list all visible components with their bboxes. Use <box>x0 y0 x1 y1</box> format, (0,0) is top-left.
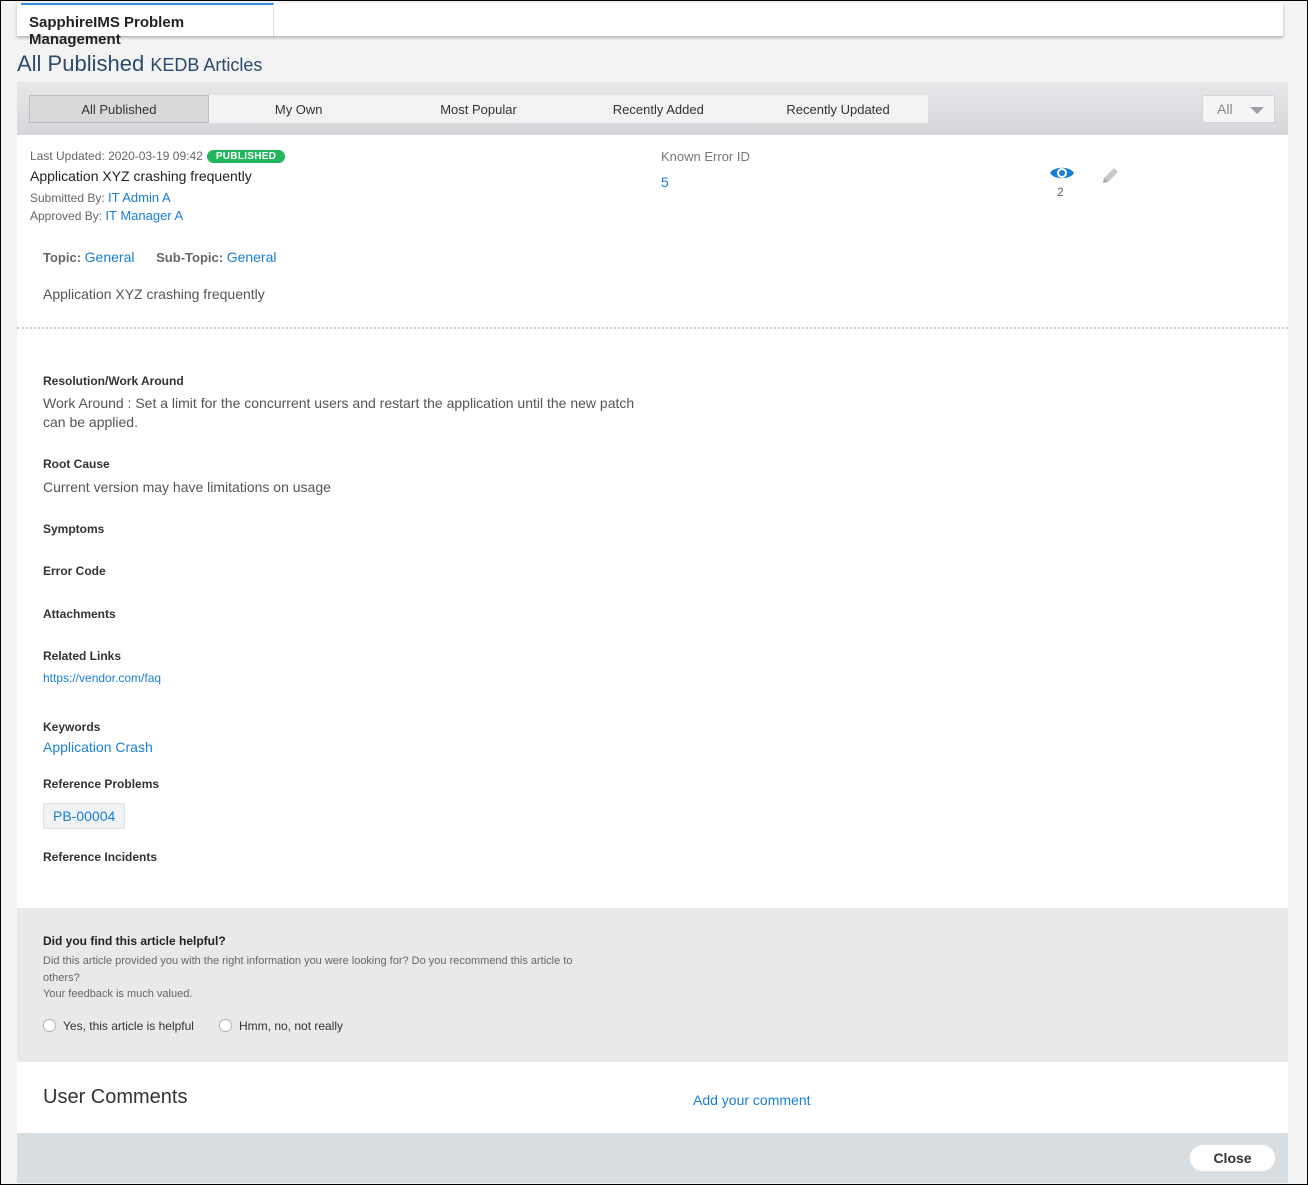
submitted-by: Submitted By: IT Admin A <box>30 190 171 205</box>
keywords-label: Keywords <box>43 720 101 734</box>
feedback-text-line: Did this article provided you with the r… <box>43 955 573 967</box>
attachments-label: Attachments <box>43 607 116 621</box>
section-divider <box>17 327 1288 329</box>
filter-tabs: All Published My Own Most Popular Recent… <box>29 95 928 123</box>
app-tab[interactable]: SapphireIMS Problem Management <box>21 3 274 48</box>
feedback-yes-label: Yes, this article is helpful <box>63 1019 194 1033</box>
tab-all-published[interactable]: All Published <box>29 95 209 123</box>
reference-problem-chip[interactable]: PB-00004 <box>43 803 125 829</box>
resolution-line: Work Around : Set a limit for the concur… <box>43 395 635 411</box>
symptoms-label: Symptoms <box>43 522 105 536</box>
radio-no[interactable] <box>219 1018 232 1032</box>
tab-recently-added[interactable]: Recently Added <box>568 95 748 123</box>
feedback-text-line: others? <box>43 971 80 984</box>
last-updated-value: 2020-03-19 09:42 <box>108 149 203 163</box>
root-cause-label: Root Cause <box>43 457 110 471</box>
topic-value[interactable]: General <box>85 249 135 265</box>
feedback-yes-option[interactable]: Yes, this article is helpful <box>43 1018 194 1033</box>
feedback-title: Did you find this article helpful? <box>43 934 226 948</box>
status-badge: PUBLISHED <box>206 149 286 163</box>
subtopic-value[interactable]: General <box>227 249 277 265</box>
approved-by-link[interactable]: IT Manager A <box>105 208 183 223</box>
reference-incidents-label: Reference Incidents <box>43 850 158 864</box>
page-title-sub: KEDB Articles <box>150 55 263 75</box>
pencil-icon[interactable] <box>1100 166 1120 186</box>
related-link[interactable]: https://vendor.com/faq <box>43 669 161 688</box>
add-comment-link[interactable]: Add your comment <box>693 1092 811 1108</box>
feedback-text-line: Your feedback is much valued. <box>43 988 193 1000</box>
feedback-text: Did this article provided you with the r… <box>43 953 643 1003</box>
eye-icon[interactable] <box>1049 164 1075 182</box>
approved-by: Approved By: IT Manager A <box>30 208 183 223</box>
feedback-no-option[interactable]: Hmm, no, not really <box>219 1018 344 1033</box>
app-tab-bar: SapphireIMS Problem Management <box>17 3 1283 48</box>
tab-recently-updated[interactable]: Recently Updated <box>748 95 928 123</box>
view-count: 2 <box>1057 185 1064 199</box>
scope-dropdown[interactable]: All <box>1202 95 1275 123</box>
article-description: Application XYZ crashing frequently <box>43 286 265 302</box>
tab-my-own[interactable]: My Own <box>209 95 389 123</box>
subtopic-label: Sub-Topic: <box>156 250 224 265</box>
radio-yes[interactable] <box>43 1018 56 1032</box>
scope-dropdown-value: All <box>1217 101 1233 117</box>
resolution-line: can be applied. <box>43 414 138 430</box>
article-panel: All Published My Own Most Popular Recent… <box>17 82 1288 1183</box>
dialog-footer: Close <box>17 1133 1288 1183</box>
window-frame: SapphireIMS Problem Management All Publi… <box>0 0 1308 1185</box>
topic-label: Topic: <box>43 250 82 265</box>
submitted-by-label: Submitted By: <box>30 191 105 205</box>
known-error-label: Known Error ID <box>661 149 750 164</box>
root-cause-text: Current version may have limitations on … <box>43 479 331 495</box>
filter-bar: All Published My Own Most Popular Recent… <box>17 82 1288 135</box>
error-code-label: Error Code <box>43 564 106 578</box>
topic-line: Topic: General Sub-Topic: General <box>43 249 277 265</box>
chevron-down-icon <box>1250 107 1264 114</box>
approved-by-label: Approved By: <box>30 209 103 223</box>
feedback-section: Did you find this article helpful? Did t… <box>17 908 1288 1062</box>
submitted-by-link[interactable]: IT Admin A <box>108 190 171 205</box>
page-title-main: All Published <box>17 51 145 76</box>
comments-title: User Comments <box>43 1086 188 1108</box>
close-button[interactable]: Close <box>1189 1144 1276 1172</box>
resolution-text: Work Around : Set a limit for the concur… <box>43 394 634 432</box>
related-links-label: Related Links <box>43 649 122 663</box>
tab-most-popular[interactable]: Most Popular <box>389 95 569 123</box>
reference-problems-label: Reference Problems <box>43 777 160 791</box>
feedback-no-label: Hmm, no, not really <box>239 1019 344 1033</box>
article-title: Application XYZ crashing frequently <box>30 168 252 184</box>
last-updated-label: Last Updated: <box>30 149 105 163</box>
known-error-id[interactable]: 5 <box>661 174 669 190</box>
resolution-label: Resolution/Work Around <box>43 374 184 388</box>
keyword-link[interactable]: Application Crash <box>43 738 153 757</box>
page-title: All Published KEDB Articles <box>17 51 262 77</box>
last-updated: Last Updated: 2020-03-19 09:42 PUBLISHED <box>30 149 286 163</box>
